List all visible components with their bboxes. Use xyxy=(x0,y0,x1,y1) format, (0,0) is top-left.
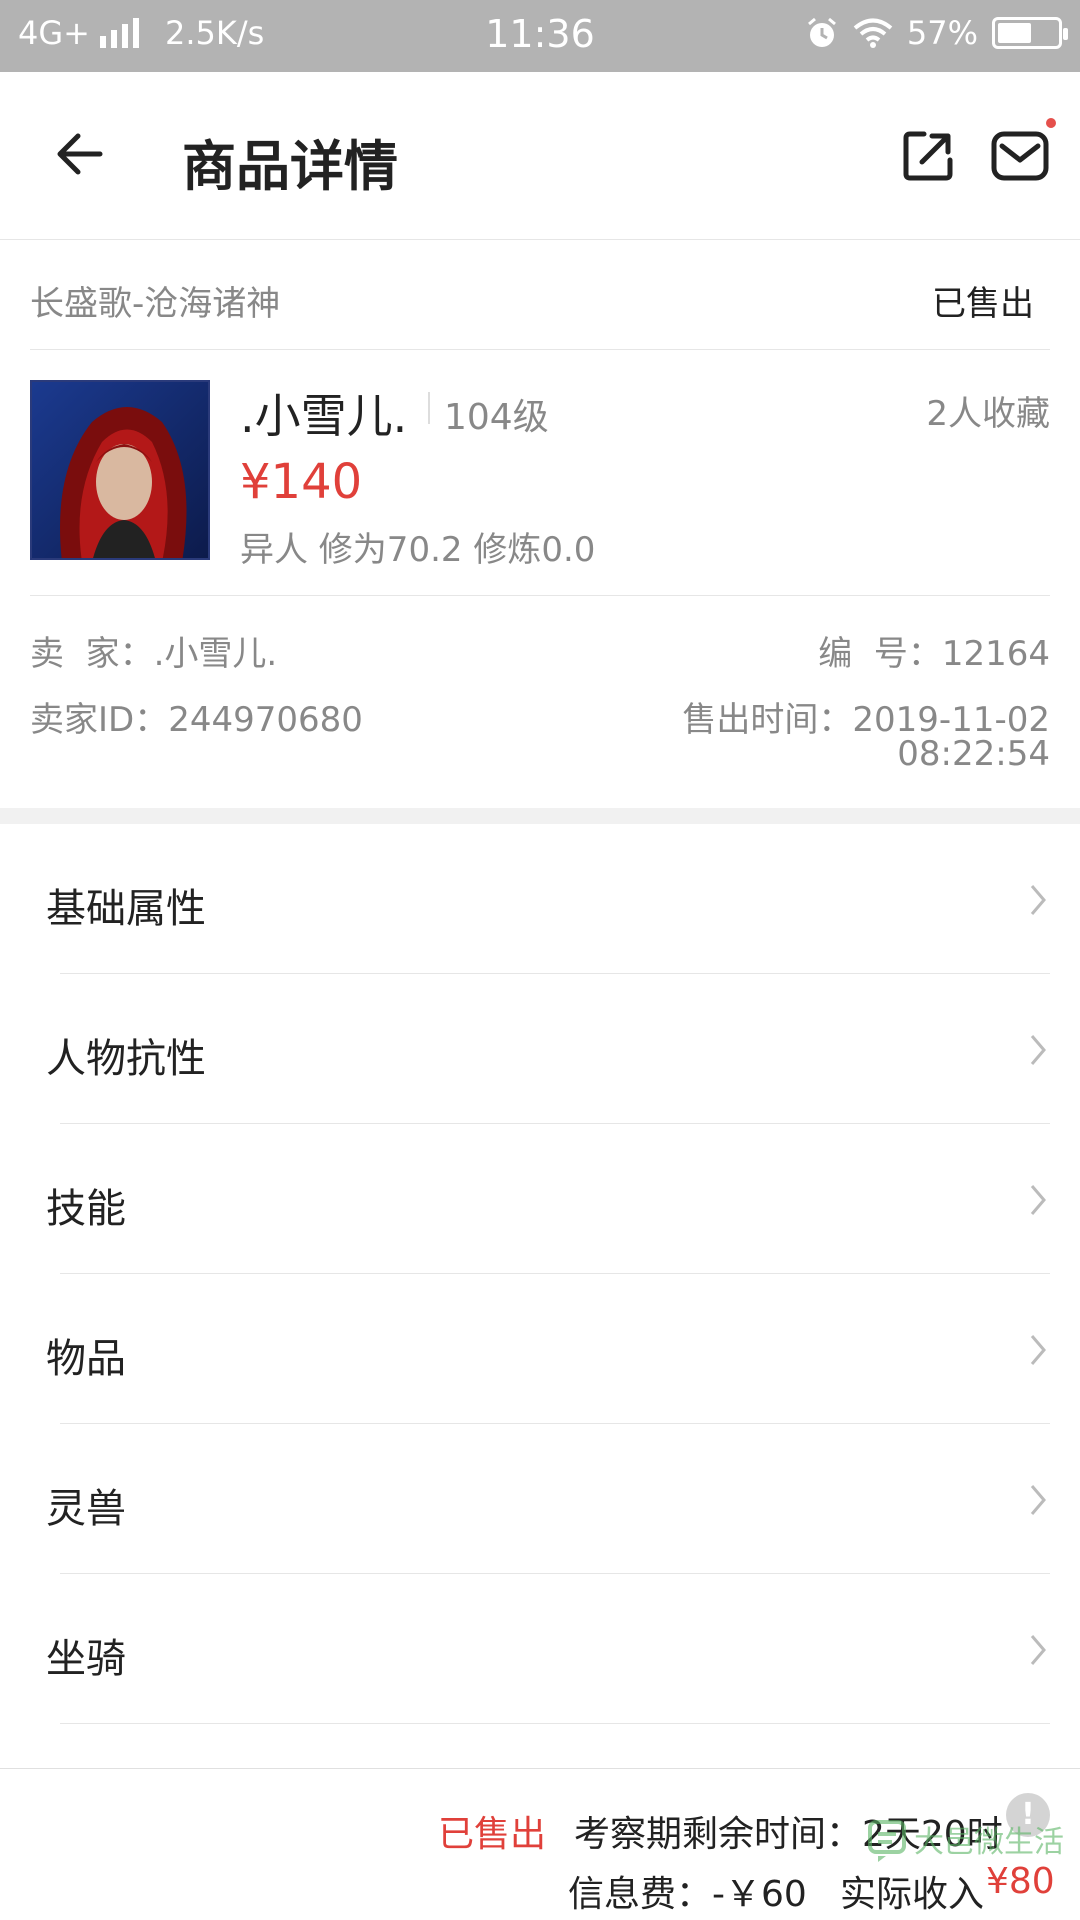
mail-icon xyxy=(991,131,1049,181)
inspection-remaining-label: 考察期剩余时间： xyxy=(574,1814,863,1855)
menu-item-label: 坐骑 xyxy=(46,1636,126,1682)
menu-item-skills[interactable]: 技能 xyxy=(0,1124,1080,1274)
chevron-right-icon xyxy=(1030,1485,1046,1515)
chevron-right-icon xyxy=(1030,1635,1046,1665)
menu-item-label: 技能 xyxy=(46,1186,126,1232)
message-button[interactable] xyxy=(990,118,1056,184)
menu-item-label: 基础属性 xyxy=(46,886,206,932)
section-divider xyxy=(0,808,1080,824)
chevron-right-icon xyxy=(1030,1035,1046,1065)
wifi-icon xyxy=(853,18,893,48)
item-price: ¥140 xyxy=(240,454,363,510)
actual-income-value: ¥80 xyxy=(986,1861,1055,1902)
share-icon[interactable] xyxy=(900,128,956,184)
actual-income-label: 实际收入 xyxy=(840,1874,985,1915)
chevron-right-icon xyxy=(1030,1335,1046,1365)
item-card: .小雪儿. 104级 2人收藏 ¥140 异人 修为70.2 修炼0.0 xyxy=(30,350,1050,596)
unread-dot xyxy=(1046,118,1056,128)
menu-item-resistance[interactable]: 人物抗性 xyxy=(0,974,1080,1124)
seller-name: 卖 家：.小雪儿. xyxy=(30,634,278,674)
seller-info: 卖 家：.小雪儿. 卖家ID：244970680 编 号：12164 售出时间：… xyxy=(30,596,1050,808)
server-name: 长盛歌-沧海诸神 xyxy=(30,284,281,324)
name-level-divider xyxy=(428,392,430,424)
menu-item-label: 物品 xyxy=(46,1336,126,1382)
favorite-count: 2人收藏 xyxy=(926,394,1050,434)
character-attributes: 异人 修为70.2 修炼0.0 xyxy=(240,530,596,570)
menu-item-pets[interactable]: 灵兽 xyxy=(0,1424,1080,1574)
battery-percent: 57% xyxy=(906,14,978,52)
battery-icon xyxy=(992,17,1068,49)
menu-item-mounts[interactable]: 坐骑 xyxy=(0,1574,1080,1724)
alarm-icon xyxy=(807,17,836,47)
character-avatar xyxy=(30,380,210,560)
menu-item-items[interactable]: 物品 xyxy=(0,1274,1080,1424)
chevron-right-icon xyxy=(1030,885,1046,915)
menu-item-label: 灵兽 xyxy=(46,1486,126,1532)
sold-time-clock: 08:22:54 xyxy=(897,734,1050,774)
listing-status: 已售出 xyxy=(932,284,1034,324)
row-divider xyxy=(60,1723,1050,1724)
status-bar: 4G+ 2.5K/s 11:36 57% xyxy=(0,0,1080,72)
character-level: 104级 xyxy=(444,397,549,438)
character-name: .小雪儿. xyxy=(240,389,408,443)
menu-item-label: 人物抗性 xyxy=(46,1036,206,1082)
back-arrow-icon[interactable] xyxy=(52,124,112,184)
watermark-text: 大邑微生活 xyxy=(914,1825,1064,1860)
server-row: 长盛歌-沧海诸神 已售出 xyxy=(30,240,1050,350)
sold-status: 已售出 xyxy=(438,1814,547,1855)
page-title: 商品详情 xyxy=(182,135,398,198)
watermark: 大邑微生活 xyxy=(864,1816,1064,1862)
menu-item-basic-attributes[interactable]: 基础属性 xyxy=(0,824,1080,974)
detail-menu: 基础属性 人物抗性 技能 物品 灵兽 坐骑 xyxy=(0,824,1080,1724)
status-right: 57% xyxy=(805,14,1068,52)
watermark-logo-icon xyxy=(868,1820,906,1862)
chevron-right-icon xyxy=(1030,1185,1046,1215)
nav-bar: 商品详情 xyxy=(0,72,1080,240)
info-fee: 信息费：-￥60 xyxy=(568,1874,807,1915)
item-number: 编 号：12164 xyxy=(818,634,1050,674)
seller-id: 卖家ID：244970680 xyxy=(30,700,363,740)
